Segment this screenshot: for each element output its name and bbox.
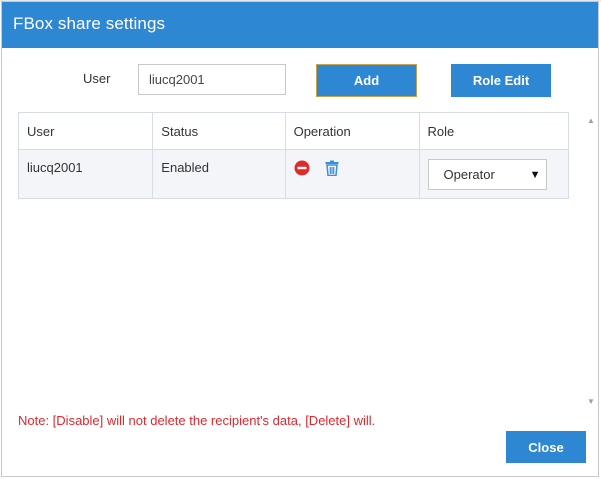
operation-icons: [294, 160, 411, 177]
share-table-container: User Status Operation Role liucq2001 Ena…: [17, 112, 584, 410]
cell-user: liucq2001: [17, 149, 154, 199]
share-settings-dialog: FBox share settings User Add Role Edit U…: [1, 1, 599, 477]
header-user: User: [17, 112, 154, 150]
dialog-title: FBox share settings: [13, 14, 166, 33]
cell-status: Enabled: [152, 149, 286, 199]
note-text: Note: [Disable] will not delete the reci…: [18, 413, 376, 428]
scroll-down-arrow-icon[interactable]: ▼: [587, 397, 595, 406]
role-select[interactable]: Operator ▼: [427, 159, 547, 190]
close-button[interactable]: Close: [506, 431, 586, 463]
chevron-down-icon: ▼: [529, 168, 541, 181]
cell-operation: [284, 149, 420, 199]
add-button[interactable]: Add: [316, 64, 417, 97]
table-header-row: User Status Operation Role: [17, 112, 569, 150]
header-role: Role: [418, 112, 569, 150]
header-status: Status: [152, 112, 286, 150]
user-input[interactable]: [138, 64, 286, 95]
role-edit-button[interactable]: Role Edit: [451, 64, 551, 97]
header-operation: Operation: [284, 112, 420, 150]
delete-icon[interactable]: [324, 160, 340, 177]
share-table: User Status Operation Role liucq2001 Ena…: [17, 112, 569, 199]
vertical-scrollbar[interactable]: ▲ ▼: [584, 112, 598, 410]
cell-role: Operator ▼: [418, 149, 569, 199]
role-select-value: Operator: [443, 167, 495, 182]
dialog-titlebar: FBox share settings: [2, 2, 598, 48]
user-label: User: [83, 71, 111, 86]
table-row: liucq2001 Enabled Operator ▼: [17, 149, 569, 199]
disable-icon[interactable]: [294, 160, 310, 176]
scroll-up-arrow-icon[interactable]: ▲: [587, 116, 595, 125]
